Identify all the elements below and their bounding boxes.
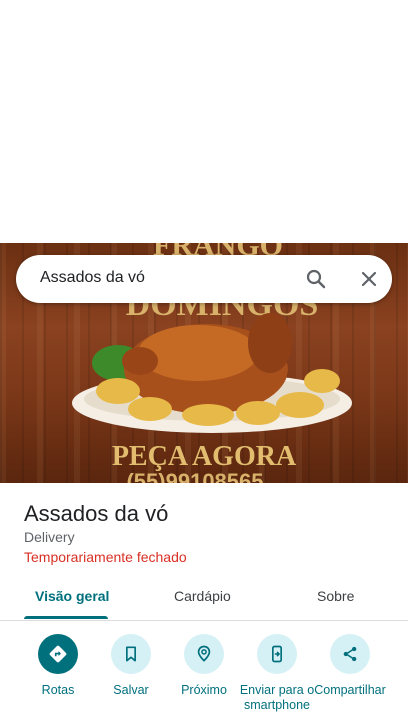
bookmark-icon (126, 646, 136, 662)
search-bar[interactable]: Assados da vó (16, 255, 392, 303)
directions-icon (49, 645, 67, 663)
send-to-phone-label: Enviar para o smartphone (239, 683, 315, 712)
place-category: Delivery (24, 529, 75, 545)
search-icon[interactable] (304, 267, 328, 291)
close-icon[interactable] (357, 267, 381, 291)
send-to-phone-icon (272, 645, 282, 663)
nearby-button[interactable]: Próximo (164, 634, 244, 698)
nearby-label: Próximo (181, 683, 227, 697)
share-icon (343, 646, 357, 662)
place-tabs: Visão geral Cardápio Sobre (0, 573, 408, 621)
save-button[interactable]: Salvar (91, 634, 171, 698)
share-label: Compartilhar (314, 683, 386, 697)
share-button[interactable]: Compartilhar (310, 634, 390, 698)
place-status: Temporariamente fechado (24, 549, 187, 565)
action-bar: Rotas Salvar Próximo Enviar para o smart… (0, 621, 408, 726)
place-title: Assados da vó (24, 501, 169, 526)
save-label: Salvar (113, 683, 149, 697)
photo-phone: (55)99108565 (126, 469, 263, 483)
search-query[interactable]: Assados da vó (40, 269, 145, 287)
tab-menu[interactable]: Cardápio (174, 588, 231, 604)
tab-about[interactable]: Sobre (317, 588, 354, 604)
map-blank-area (0, 0, 408, 243)
tab-overview[interactable]: Visão geral (35, 588, 109, 604)
nearby-icon (197, 645, 211, 662)
send-to-phone-button[interactable]: Enviar para o smartphone (237, 634, 317, 713)
active-tab-indicator (24, 616, 108, 619)
directions-label: Rotas (41, 683, 75, 697)
directions-button[interactable]: Rotas (18, 634, 98, 698)
photo-cta: PEÇA AGORA (112, 441, 297, 472)
